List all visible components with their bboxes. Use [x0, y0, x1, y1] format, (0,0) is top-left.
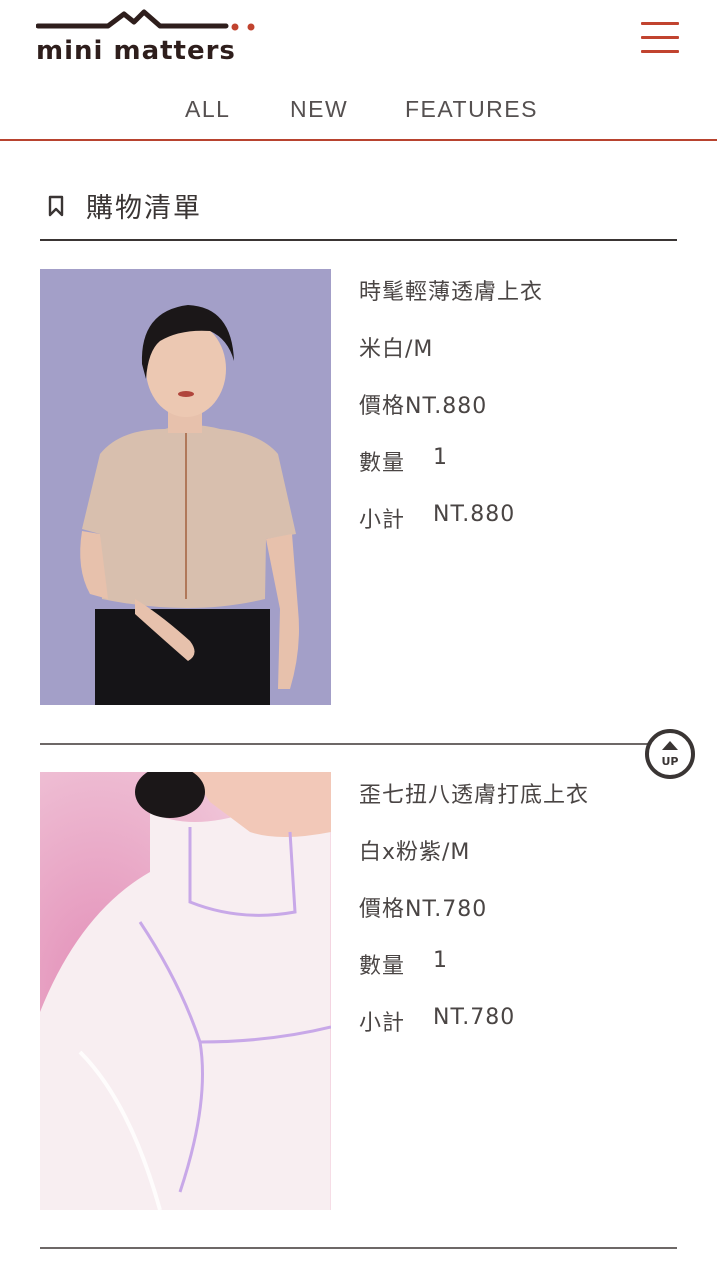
site-header: mini matters ALL NEW FEATURES: [0, 0, 717, 141]
hamburger-menu-button[interactable]: [641, 22, 681, 54]
subtotal-label: 小計: [359, 508, 406, 533]
bookmark-icon: [48, 195, 64, 217]
mountain-logo-icon: [35, 9, 255, 31]
page-title: 購物清單: [86, 193, 202, 224]
menu-icon-bar: [641, 22, 679, 25]
quantity-label: 數量: [359, 451, 406, 476]
menu-icon-bar: [641, 36, 679, 39]
quantity-label: 數量: [359, 954, 406, 979]
nav-item-new[interactable]: NEW: [290, 96, 348, 123]
product-image[interactable]: [40, 772, 331, 1210]
item-divider: [40, 1247, 677, 1249]
product-image[interactable]: [40, 269, 331, 705]
model-in-beige-sheer-top-photo: [40, 269, 331, 705]
product-price: 價格NT.780: [359, 897, 488, 922]
product-price: 價格NT.880: [359, 394, 488, 419]
product-name[interactable]: 時髦輕薄透膚上衣: [359, 274, 543, 306]
nav-item-features[interactable]: FEATURES: [405, 96, 538, 123]
cart-section-header: 購物清單: [40, 186, 677, 241]
cart-item: 歪七扭八透膚打底上衣 白x粉紫/M 價格NT.780 數量 1 小計 NT.78…: [40, 772, 677, 1210]
item-divider: [40, 743, 677, 745]
cart-item: 時髦輕薄透膚上衣 米白/M 價格NT.880 數量 1 小計 NT.880: [40, 269, 677, 705]
quantity-value: 1: [433, 445, 448, 470]
scroll-to-top-button[interactable]: UP: [644, 728, 696, 780]
brand-logo[interactable]: mini matters: [35, 8, 261, 70]
arrow-up-icon: UP: [645, 729, 695, 779]
quantity-value: 1: [433, 948, 448, 973]
white-sheer-turtleneck-on-pink-photo: [40, 772, 331, 1210]
product-variant: 白x粉紫/M: [359, 840, 471, 865]
subtotal-value: NT.880: [433, 502, 516, 527]
product-variant: 米白/M: [359, 337, 434, 362]
product-name[interactable]: 歪七扭八透膚打底上衣: [359, 777, 589, 809]
brand-name: mini matters: [36, 36, 236, 66]
nav-item-all[interactable]: ALL: [185, 96, 230, 123]
menu-icon-bar: [641, 50, 679, 53]
subtotal-value: NT.780: [433, 1005, 516, 1030]
main-nav: ALL NEW FEATURES: [0, 96, 717, 128]
scroll-to-top-label: UP: [662, 755, 679, 768]
subtotal-label: 小計: [359, 1011, 406, 1036]
